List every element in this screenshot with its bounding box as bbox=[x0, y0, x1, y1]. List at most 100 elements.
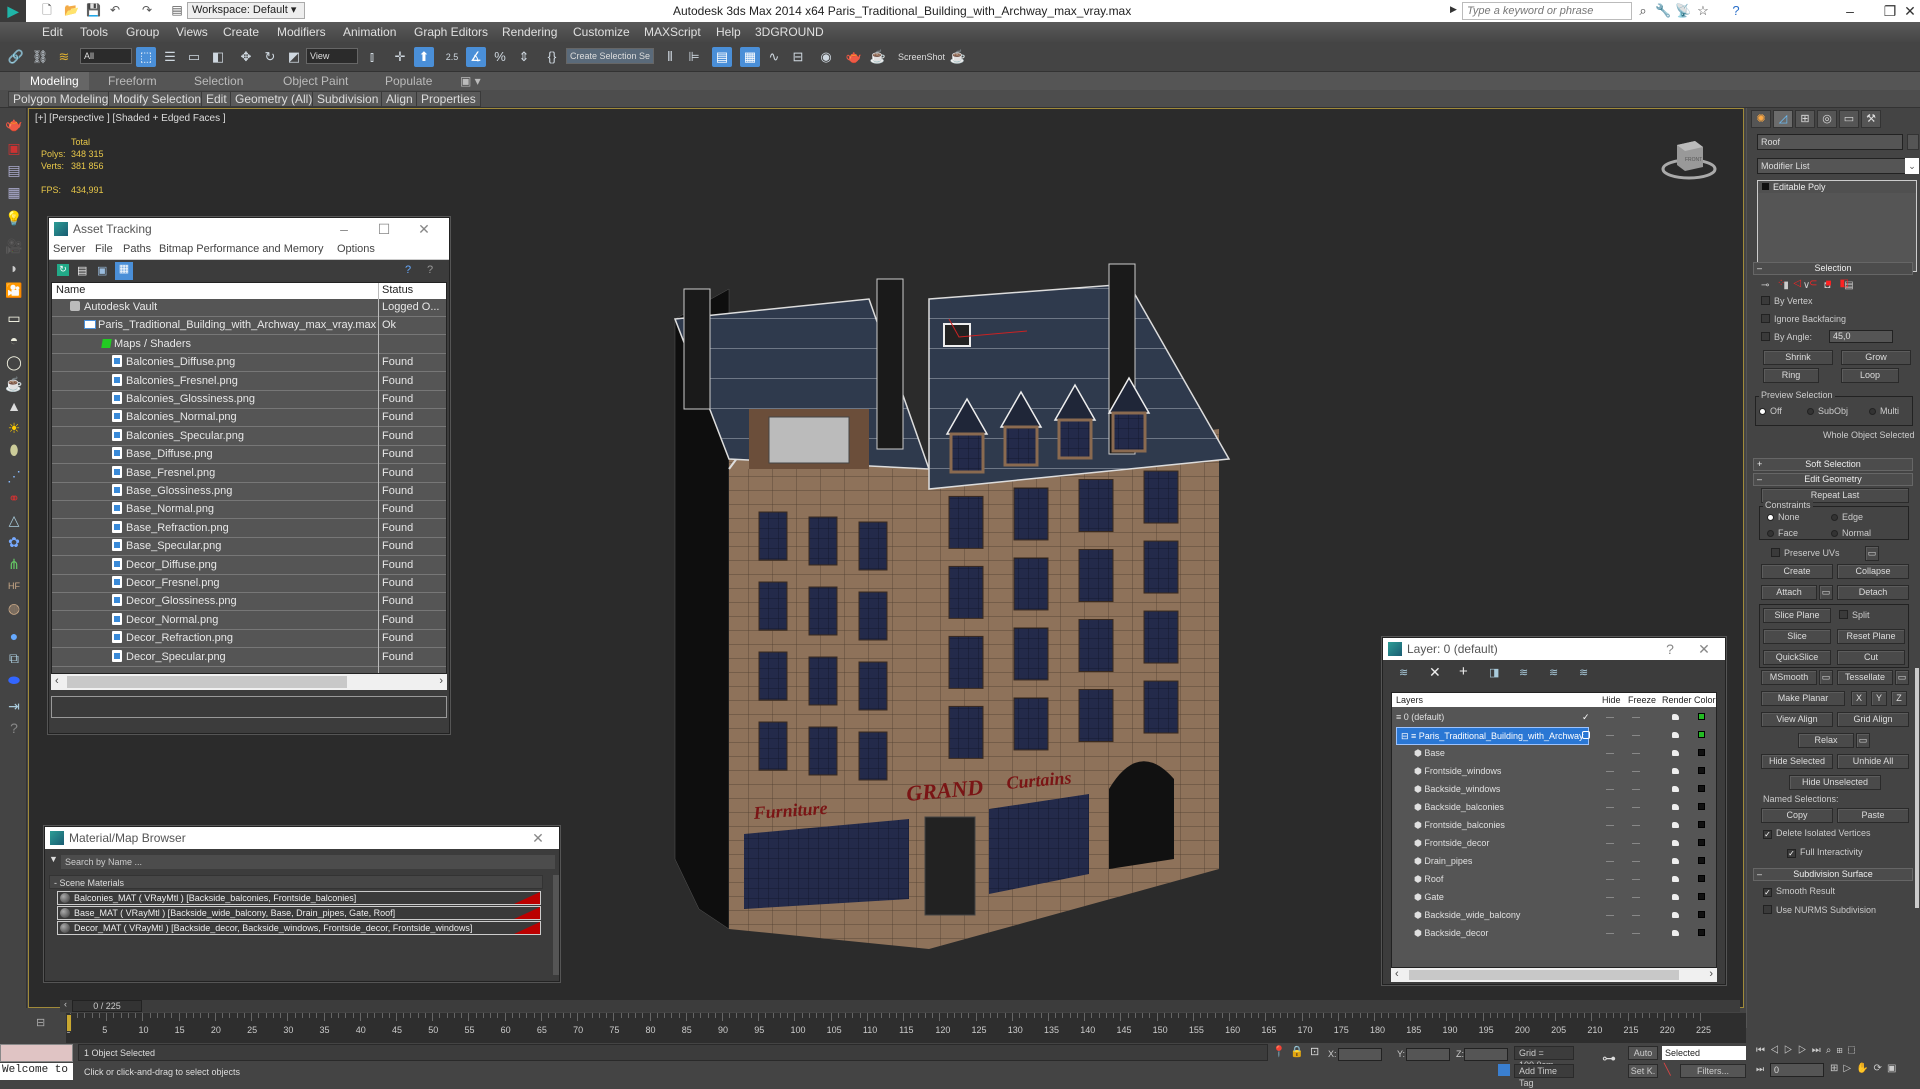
list-icon[interactable]: ▤ bbox=[4, 160, 24, 180]
render-teapot-icon[interactable] bbox=[1672, 858, 1679, 864]
orbit-icon[interactable]: ⟳ bbox=[1874, 1063, 1887, 1074]
vault-login-icon[interactable]: ? bbox=[405, 264, 411, 276]
freeze-toggle[interactable] bbox=[1632, 717, 1640, 718]
trackbar[interactable]: 0510152025303540455055606570758085909510… bbox=[66, 1013, 1746, 1043]
constraint-edge-radio[interactable]: Edge bbox=[1831, 512, 1863, 522]
make-planar-button[interactable]: Make Planar bbox=[1761, 691, 1845, 706]
freeze-toggle[interactable] bbox=[1632, 753, 1640, 754]
detach-button[interactable]: Detach bbox=[1837, 585, 1909, 600]
layer-row[interactable]: ⬢ Backside_balconies bbox=[1392, 799, 1716, 817]
make-planar-x-button[interactable]: X bbox=[1851, 691, 1867, 706]
tab-object-paint[interactable]: Object Paint bbox=[283, 74, 348, 88]
material-row[interactable]: Decor_MAT ( VRayMtl ) [Backside_decor, B… bbox=[57, 921, 541, 935]
selection-lock-icon[interactable]: 🔒 bbox=[1290, 1045, 1304, 1058]
zoom-extents-icon[interactable]: ⬚ bbox=[1848, 1045, 1861, 1056]
save-icon[interactable]: 💾 bbox=[86, 3, 101, 17]
close-button[interactable]: ✕ bbox=[523, 827, 553, 849]
named-selection-dropdown[interactable]: Create Selection Se bbox=[566, 48, 654, 64]
layer-dialog-titlebar[interactable]: Layer: 0 (default) ? ✕ bbox=[1383, 638, 1725, 660]
undo-icon[interactable]: ↶ bbox=[108, 3, 122, 17]
attach-button[interactable]: Attach bbox=[1761, 585, 1817, 600]
make-planar-z-button[interactable]: Z bbox=[1891, 691, 1907, 706]
constraint-none-radio[interactable]: None bbox=[1767, 512, 1800, 522]
hair-fur-icon[interactable]: HF bbox=[4, 576, 24, 596]
rotate-icon[interactable]: ↻ bbox=[260, 47, 280, 67]
asset-row[interactable]: Balconies_Glossiness.png Found bbox=[52, 391, 446, 409]
freeze-toggle[interactable] bbox=[1632, 825, 1640, 826]
time-slider-thumb[interactable]: 0 / 225 bbox=[72, 1000, 142, 1012]
export-icon[interactable]: ⇥ bbox=[4, 696, 24, 716]
freeze-toggle[interactable] bbox=[1632, 771, 1640, 772]
use-nurms-checkbox[interactable]: Use NURMS Subdivision bbox=[1763, 905, 1876, 915]
set-current-layer-toggle[interactable] bbox=[1582, 731, 1590, 739]
layer-row[interactable]: ⬢ Roof bbox=[1392, 871, 1716, 889]
asset-path-field[interactable] bbox=[51, 696, 447, 718]
selection-region-icon[interactable]: ⬬ bbox=[4, 670, 24, 690]
move-icon[interactable]: ✥ bbox=[236, 47, 256, 67]
slice-plane-button[interactable]: Slice Plane bbox=[1763, 608, 1831, 623]
angle-snap-icon[interactable]: ∡ bbox=[466, 47, 486, 67]
modify-tab-icon[interactable]: ◿ bbox=[1773, 110, 1793, 128]
freeze-toggle[interactable] bbox=[1632, 789, 1640, 790]
polygon-level-icon[interactable]: ■ bbox=[1825, 278, 1839, 289]
table-icon[interactable]: ▦ bbox=[4, 182, 24, 202]
render-icon[interactable]: ☕ bbox=[868, 47, 888, 67]
panel-edit[interactable]: Edit bbox=[201, 91, 232, 107]
isolate-selection-icon[interactable]: 📍 bbox=[1272, 1045, 1286, 1058]
render-teapot-icon[interactable] bbox=[1672, 768, 1679, 774]
hide-toggle[interactable] bbox=[1606, 861, 1614, 862]
pyramid-icon[interactable]: △ bbox=[4, 510, 24, 530]
split-checkbox[interactable]: Split bbox=[1839, 610, 1870, 620]
asset-row[interactable]: Decor_Fresnel.png Found bbox=[52, 575, 446, 593]
highlight-selected-layer-icon[interactable]: ≋ bbox=[1519, 666, 1528, 679]
layer-row[interactable]: ⬢ Base bbox=[1392, 745, 1716, 763]
refresh-icon[interactable]: ↻ bbox=[57, 264, 69, 276]
menu-file[interactable]: File bbox=[95, 243, 113, 255]
hide-unselected-button[interactable]: Hide Unselected bbox=[1789, 775, 1881, 790]
scene-explorer-icon[interactable]: ▤ bbox=[712, 47, 732, 67]
layer-color-swatch[interactable] bbox=[1698, 893, 1705, 900]
rollout-selection[interactable]: – Selection bbox=[1753, 262, 1913, 275]
unhide-all-button[interactable]: Unhide All bbox=[1837, 754, 1909, 769]
asset-row[interactable]: Decor_Diffuse.png Found bbox=[52, 557, 446, 575]
maxscript-listener-output[interactable]: Welcome to bbox=[0, 1063, 73, 1080]
rectangular-selection-icon[interactable]: ▭ bbox=[184, 47, 204, 67]
go-to-end-icon[interactable]: ⏭ bbox=[1812, 1045, 1826, 1056]
ies-light-icon[interactable]: ⬮ bbox=[4, 440, 24, 460]
key-tangent-icon[interactable]: ╲ bbox=[1664, 1063, 1671, 1076]
element-level-icon[interactable]: ◧ bbox=[1840, 278, 1857, 289]
thumbnail-view-icon[interactable]: ▣ bbox=[97, 264, 107, 277]
table-view-icon[interactable]: ▦ bbox=[115, 262, 133, 280]
layer-row[interactable]: ⊟ ≡ Paris_Traditional_Building_with_Arch… bbox=[1392, 727, 1716, 745]
building-model[interactable]: Furniture GRAND Curtains bbox=[629, 169, 1289, 1008]
column-name[interactable]: Name bbox=[56, 284, 85, 296]
layer-row[interactable]: ≡ 0 (default) ✓ bbox=[1392, 709, 1716, 727]
render-setup-icon[interactable]: 🫖 bbox=[844, 47, 864, 67]
layer-color-swatch[interactable] bbox=[1698, 821, 1705, 828]
view-align-button[interactable]: View Align bbox=[1761, 712, 1833, 727]
hide-all-layers-icon[interactable]: ≋ bbox=[1549, 666, 1558, 679]
delete-isolated-vertices-checkbox[interactable]: ✓ Delete Isolated Vertices bbox=[1763, 828, 1871, 839]
zoom-all-icon[interactable]: ⊞ bbox=[1836, 1045, 1847, 1056]
grow-button[interactable]: Grow bbox=[1841, 350, 1911, 365]
render-teapot-icon[interactable] bbox=[1672, 876, 1679, 882]
freeze-toggle[interactable] bbox=[1632, 735, 1640, 736]
relax-button[interactable]: Relax bbox=[1798, 733, 1854, 748]
utilities-tab-icon[interactable]: ⚒ bbox=[1861, 110, 1881, 128]
scale-icon[interactable]: ◩ bbox=[284, 47, 304, 67]
layer-color-swatch[interactable] bbox=[1698, 875, 1705, 882]
menu-options[interactable]: Options bbox=[337, 243, 375, 255]
object-color-swatch[interactable] bbox=[1907, 134, 1919, 150]
asset-row[interactable]: Paris_Traditional_Building_with_Archway_… bbox=[52, 317, 446, 336]
preserve-uvs-checkbox[interactable]: Preserve UVs bbox=[1771, 548, 1840, 558]
render-teapot-icon[interactable] bbox=[1672, 912, 1679, 918]
render-teapot-icon[interactable] bbox=[1672, 822, 1679, 828]
render-frame-icon[interactable]: ☕ bbox=[948, 47, 968, 67]
loop-button[interactable]: Loop bbox=[1841, 368, 1899, 383]
help-circle-icon[interactable]: ? bbox=[4, 718, 24, 738]
layer-color-swatch[interactable] bbox=[1698, 857, 1705, 864]
layer-row[interactable]: ⬢ Backside_wide_balcony bbox=[1392, 907, 1716, 925]
asset-row[interactable]: Balconies_Diffuse.png Found bbox=[52, 354, 446, 373]
teapot-icon[interactable]: 🫖 bbox=[4, 114, 24, 134]
play-icon[interactable]: ▷ bbox=[1784, 1045, 1798, 1056]
